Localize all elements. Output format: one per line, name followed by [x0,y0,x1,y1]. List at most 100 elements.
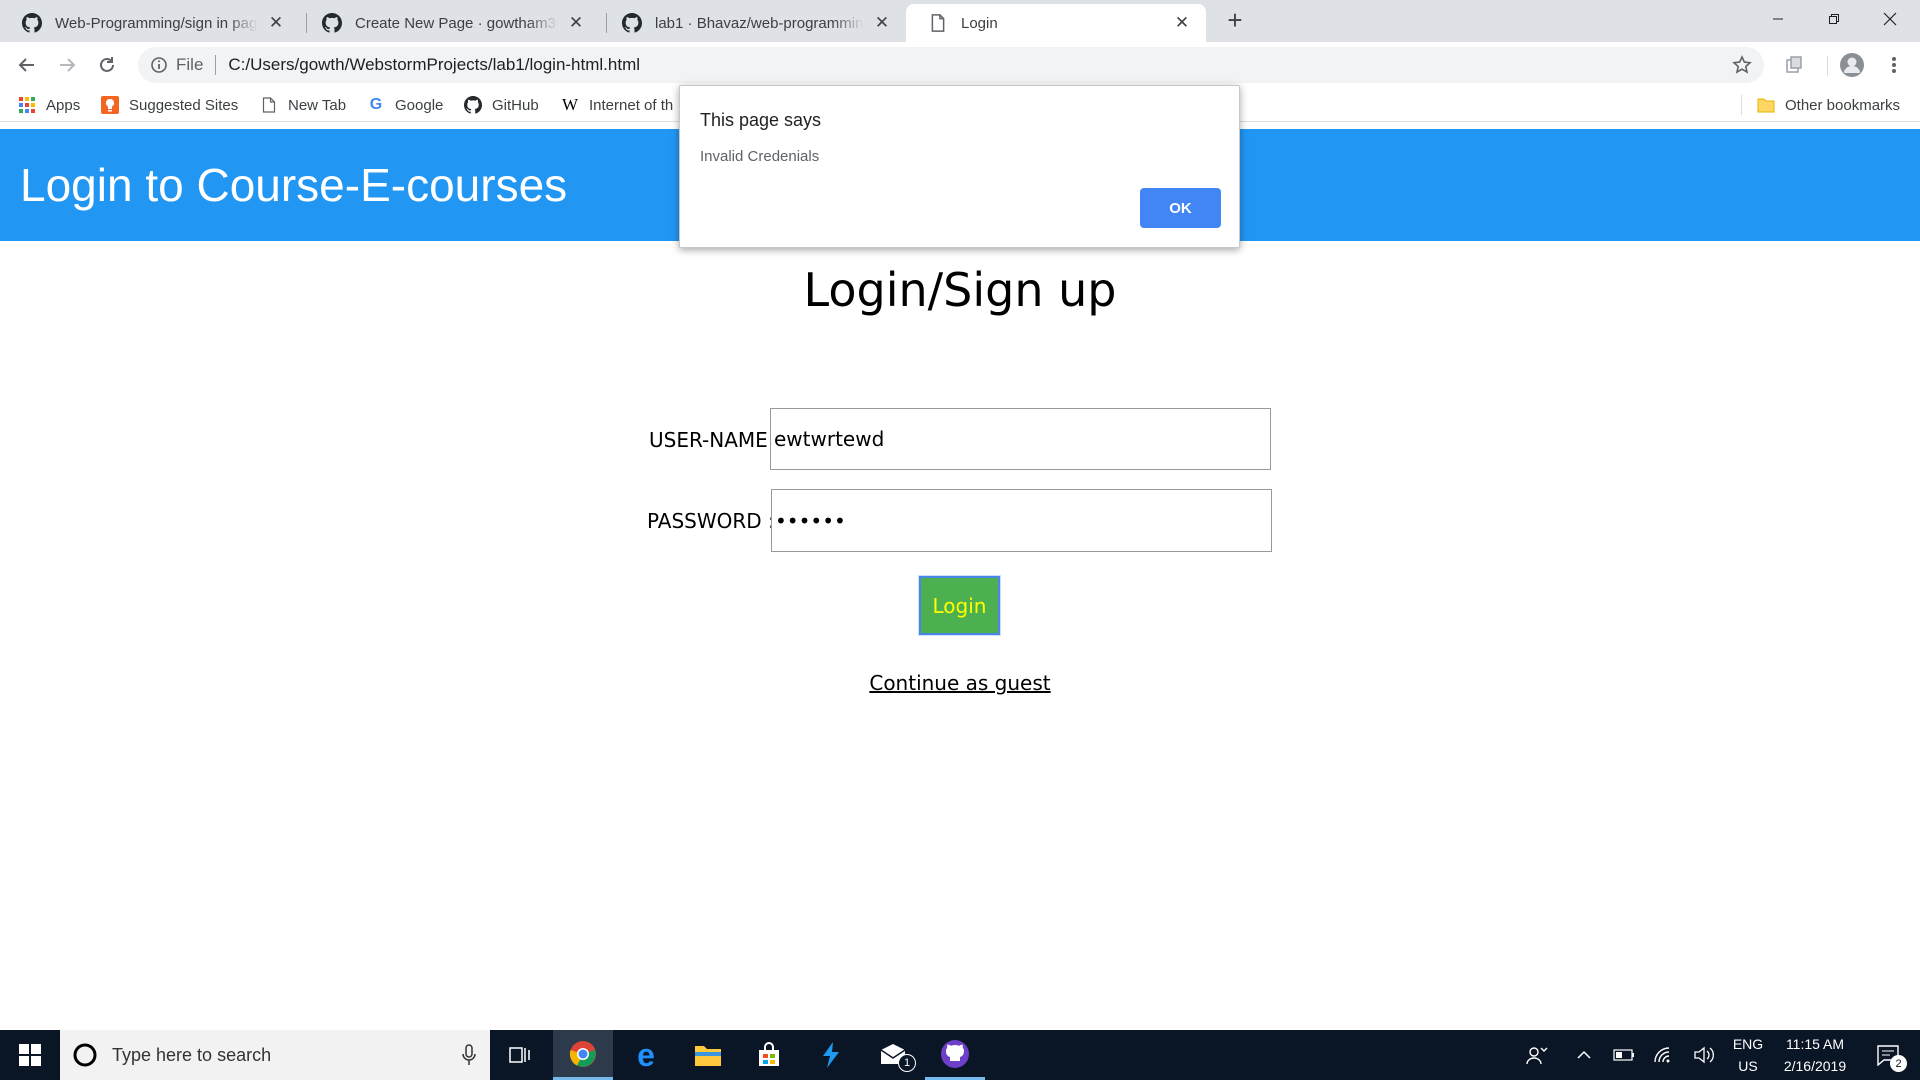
close-tab-icon[interactable]: ✕ [1172,13,1192,33]
bookmark-suggested-sites[interactable]: Suggested Sites [101,88,238,122]
bookmark-apps[interactable]: Apps [18,88,80,122]
guest-link-label: Continue as guest [869,671,1051,695]
taskbar-webstorm[interactable] [801,1030,861,1080]
bookmark-google[interactable]: G Google [367,88,444,122]
microphone-icon[interactable] [462,1044,476,1066]
chevron-up-icon [1577,1050,1591,1059]
network-button[interactable] [1650,1030,1678,1080]
menu-button[interactable] [1878,49,1910,81]
taskbar-edge[interactable]: e [616,1030,676,1080]
action-center-button[interactable]: 2 [1866,1030,1910,1080]
minimize-button[interactable] [1750,0,1806,38]
task-view-button[interactable] [490,1030,550,1080]
tab-create-new-page[interactable]: Create New Page · gowtham304/ ✕ [300,4,600,42]
windows-taskbar: Type here to search e 1 ENG US 11:15 AM … [0,1030,1920,1080]
toolbar-divider [1827,56,1828,76]
page-icon [260,96,278,114]
close-icon [1883,12,1897,26]
password-input[interactable]: •••••• [771,489,1272,552]
bookmark-label: Internet of th [589,96,674,114]
bookmark-new-tab[interactable]: New Tab [260,88,346,122]
task-view-icon [509,1047,530,1063]
github-icon [322,13,342,33]
bookmark-other[interactable]: Other bookmarks [1757,88,1900,122]
taskbar-chrome[interactable] [553,1030,613,1080]
login-button[interactable]: Login [918,575,1001,636]
restore-button[interactable] [1806,0,1862,38]
browser-toolbar: File C:/Users/gowth/WebstormProjects/lab… [0,42,1920,88]
bookmark-github[interactable]: GitHub [464,88,539,122]
url-text[interactable]: C:/Users/gowth/WebstormProjects/lab1/log… [228,55,640,75]
profile-button[interactable] [1836,49,1868,81]
notification-count: 2 [1890,1055,1907,1072]
continue-as-guest-link[interactable]: Continue as guest [0,671,1920,695]
people-button[interactable] [1520,1030,1554,1080]
tab-lab1[interactable]: lab1 · Bhavaz/web-programming ✕ [600,4,906,42]
people-icon [1526,1047,1548,1065]
tab-web-programming[interactable]: Web-Programming/sign in page ✕ [0,4,300,42]
reload-button[interactable] [91,49,123,81]
taskbar-store[interactable] [739,1030,799,1080]
apps-grid-icon [18,96,36,114]
chrome-icon [569,1040,596,1067]
bookmarks-divider [1741,95,1742,115]
page-content: Login to Course-E-courses Login/Sign up … [0,123,1920,1030]
forward-button[interactable] [51,49,83,81]
clock-date: 2/16/2019 [1783,1058,1847,1074]
mail-badge: 1 [898,1054,916,1072]
extension-button[interactable] [1778,49,1810,81]
close-tab-icon[interactable]: ✕ [566,13,586,33]
restore-icon [1829,14,1839,24]
info-icon[interactable] [150,56,168,74]
page-icon [931,14,945,32]
webstorm-icon [823,1042,839,1068]
close-tab-icon[interactable]: ✕ [266,13,286,33]
github-desktop-icon [941,1039,969,1068]
wikipedia-icon: W [561,95,579,114]
extension-icon [1786,56,1802,73]
bookmark-label: GitHub [492,96,539,114]
show-hidden-icons-button[interactable] [1570,1030,1598,1080]
clock[interactable]: 11:15 AM 2/16/2019 [1770,1030,1860,1080]
kebab-menu-icon [1892,57,1896,73]
close-window-button[interactable] [1862,0,1918,38]
language-indicator[interactable]: ENG US [1728,1030,1768,1080]
folder-icon [695,1046,721,1066]
reload-icon [100,57,114,72]
bookmark-label: Suggested Sites [129,96,239,114]
taskbar-file-explorer[interactable] [678,1030,738,1080]
ok-button[interactable]: OK [1140,188,1221,228]
avatar-icon [1840,53,1864,77]
tab-title: lab1 · Bhavaz/web-programming [655,14,864,32]
bookmark-label: Other bookmarks [1785,96,1901,114]
new-tab-button[interactable]: + [1222,7,1248,34]
back-button[interactable] [11,49,43,81]
windows-logo-icon [19,1044,41,1066]
login-button-label: Login [932,593,987,618]
username-input[interactable]: ewtwrtewd [770,408,1271,470]
bookmark-internet-of-things[interactable]: W Internet of th [561,88,681,122]
password-label: PASSWORD : [647,509,775,533]
bookmark-star-icon[interactable] [1732,55,1752,75]
tab-login[interactable]: Login ✕ [906,4,1206,42]
ok-button-label: OK [1169,199,1192,217]
dialog-message: Invalid Credenials [700,148,820,165]
taskbar-search[interactable]: Type here to search [60,1030,490,1080]
taskbar-mail[interactable]: 1 [864,1030,924,1080]
alert-dialog: This page says Invalid Credenials OK [679,85,1240,248]
username-label: USER-NAME: [649,428,775,452]
volume-button[interactable] [1690,1030,1718,1080]
store-icon [759,1042,779,1066]
tab-title: Create New Page · gowtham304/ [355,14,558,32]
start-button[interactable] [0,1030,60,1080]
page-heading: Login/Sign up [803,263,1117,317]
address-bar[interactable]: File C:/Users/gowth/WebstormProjects/lab… [138,47,1764,83]
bookmark-label: Google [395,96,444,114]
bookmark-label: New Tab [288,96,347,114]
close-tab-icon[interactable]: ✕ [872,13,892,33]
battery-button[interactable] [1610,1030,1638,1080]
search-placeholder: Type here to search [112,1044,272,1065]
google-icon: G [369,96,383,113]
taskbar-github-desktop[interactable] [925,1030,985,1080]
bookmark-label: Apps [46,96,81,114]
